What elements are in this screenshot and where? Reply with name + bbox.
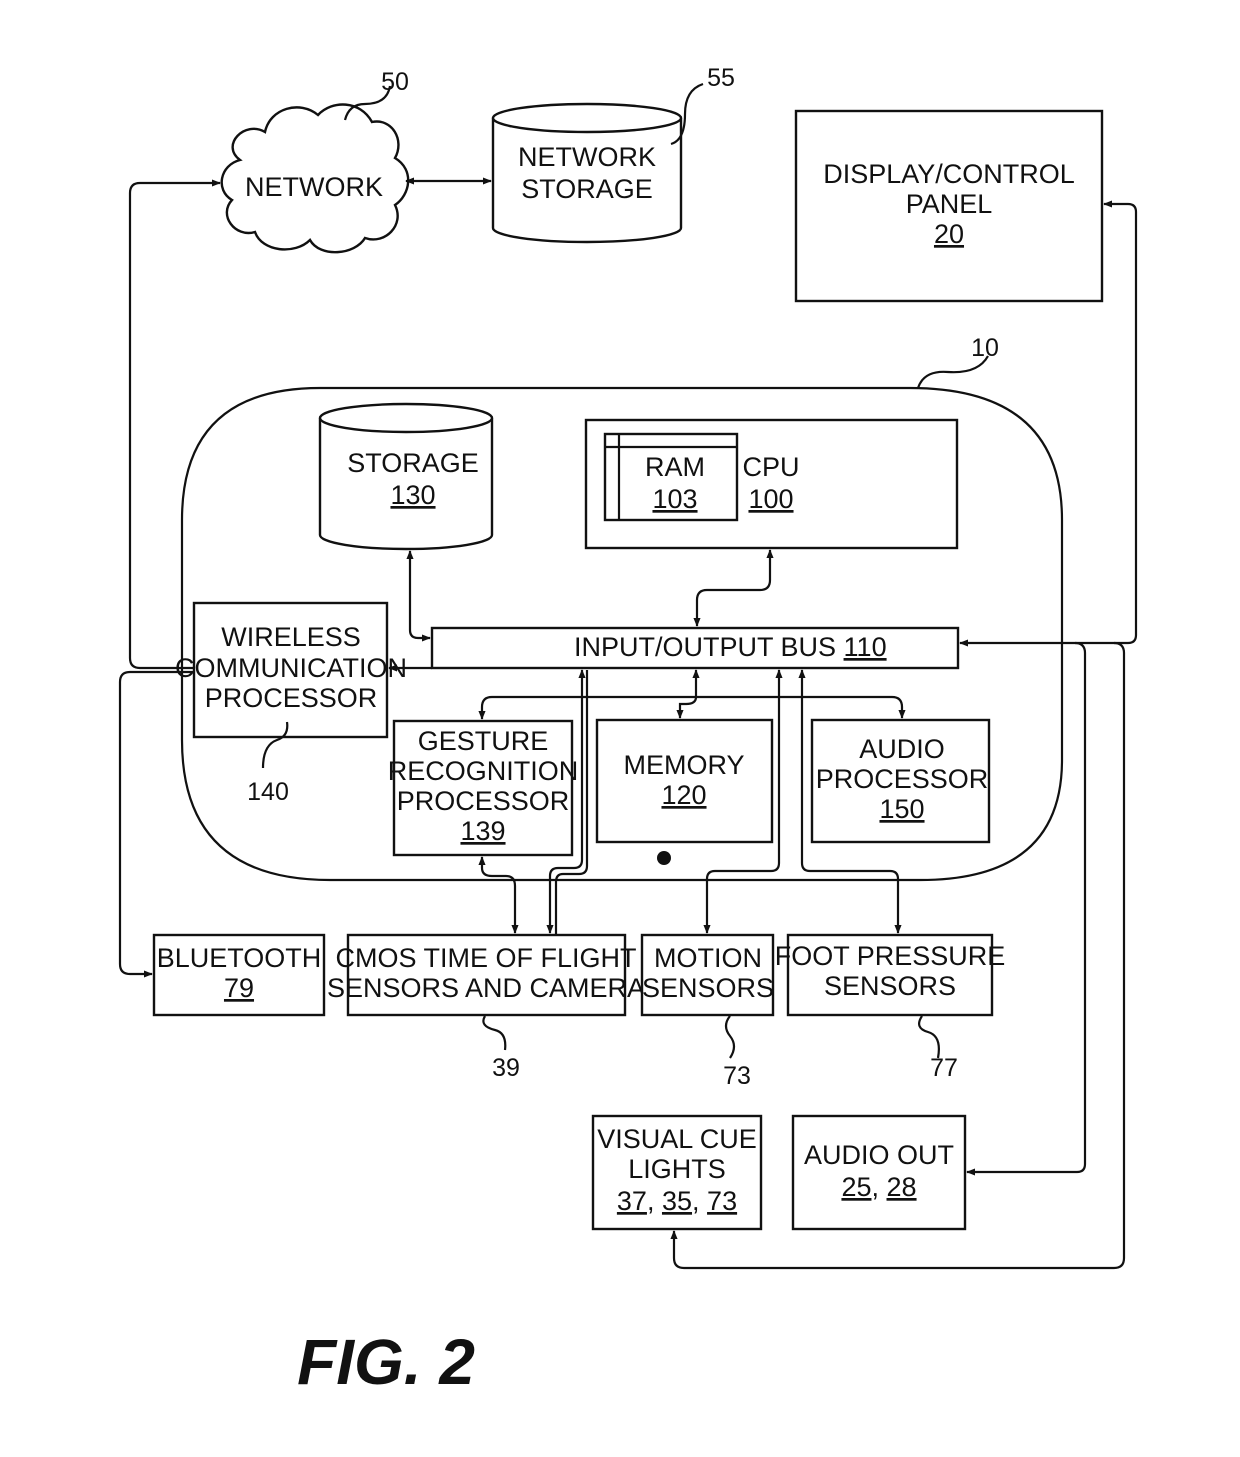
cpu-label: CPU (742, 452, 799, 482)
network-ref: 50 (381, 68, 409, 96)
wireless-line1: WIRELESS (221, 622, 361, 652)
motion-ref: 73 (723, 1062, 751, 1090)
visual-cue-nums: 37, 35, 73 (617, 1186, 737, 1216)
gesture-cmos-connector (478, 856, 519, 934)
cmos-line1: CMOS TIME OF FLIGHT (335, 943, 636, 973)
memory-num: 120 (661, 780, 706, 810)
network-storage-line1: NETWORK (518, 142, 656, 172)
motion-line2: SENSORS (642, 973, 774, 1003)
device-ref: 10 (971, 334, 999, 362)
cmos-line2: SENSORS AND CAMERA (327, 973, 645, 1003)
storage-bus-connector (406, 550, 431, 642)
storage-top (318, 402, 494, 434)
visual-cue-line1: VISUAL CUE (597, 1124, 757, 1154)
foot-pressure-sensors-node[interactable]: FOOT PRESSURE SENSORS (775, 933, 1006, 1017)
figure-caption: FIG. 2 (297, 1326, 475, 1398)
network-storage-top (491, 102, 683, 134)
cpu-num: 100 (748, 484, 793, 514)
gesture-processor-node[interactable]: GESTURE RECOGNITION PROCESSOR 139 (388, 719, 579, 857)
audio-out-label: AUDIO OUT (804, 1140, 954, 1170)
network-storage-line2: STORAGE (521, 174, 653, 204)
cpu-bus-connector (693, 549, 774, 627)
display-control-panel-node[interactable]: DISPLAY/CONTROL PANEL 20 (794, 109, 1104, 303)
memory-node[interactable]: MEMORY 120 (595, 718, 774, 844)
network-storage-ref: 55 (707, 64, 735, 92)
bluetooth-num: 79 (224, 973, 254, 1003)
network-storage-node[interactable]: NETWORK STORAGE (491, 102, 683, 244)
gesture-num: 139 (460, 816, 505, 846)
bus-gesture-connector (478, 695, 697, 720)
gesture-line3: PROCESSOR (397, 786, 570, 816)
bus-audio-processor-connector (696, 695, 906, 719)
cmos-ref: 39 (492, 1054, 520, 1082)
ram-num: 103 (652, 484, 697, 514)
wireless-ref: 140 (247, 778, 289, 806)
network-node[interactable]: NETWORK (220, 103, 410, 254)
foot-leader-line (918, 1015, 940, 1059)
foot-line1: FOOT PRESSURE (775, 941, 1006, 971)
storage-label: STORAGE (347, 448, 479, 478)
wireless-processor-node[interactable]: WIRELESS COMMUNICATION PROCESSOR (175, 601, 407, 739)
gesture-line1: GESTURE (418, 726, 549, 756)
audio-processor-node[interactable]: AUDIO PROCESSOR 150 (810, 718, 991, 844)
audio-processor-line1: AUDIO (859, 734, 945, 764)
network-label: NETWORK (245, 172, 383, 202)
wireless-network-connector (128, 179, 221, 670)
visual-cue-lights-node[interactable]: VISUAL CUE LIGHTS 37, 35, 73 (591, 1114, 763, 1231)
audio-out-node[interactable]: AUDIO OUT 25, 28 (791, 1114, 967, 1231)
memory-label: MEMORY (623, 750, 744, 780)
bus-memory-connector (676, 696, 698, 719)
cmos-leader-line (482, 1015, 507, 1051)
bluetooth-node[interactable]: BLUETOOTH 79 (152, 933, 326, 1017)
audio-out-nums: 25, 28 (841, 1172, 916, 1202)
foot-line2: SENSORS (824, 971, 956, 1001)
bluetooth-label: BLUETOOTH (157, 943, 322, 973)
display-panel-line1: DISPLAY/CONTROL (823, 159, 1075, 189)
block-diagram: 10 NETWORK 50 NETWORK STORAGE 55 DISPLAY… (118, 64, 1138, 1398)
audio-processor-num: 150 (879, 794, 924, 824)
ram-label: RAM (645, 452, 705, 482)
wireless-line3: PROCESSOR (205, 683, 378, 713)
display-panel-num: 20 (934, 219, 964, 249)
display-panel-line2: PANEL (906, 189, 993, 219)
storage-node[interactable]: STORAGE 130 (318, 402, 494, 551)
motion-leader-line (724, 1015, 736, 1059)
storage-num: 130 (390, 480, 435, 510)
cpu-node[interactable]: RAM 103 CPU 100 (584, 418, 959, 550)
motion-sensors-node[interactable]: MOTION SENSORS (640, 933, 775, 1017)
cmos-sensors-node[interactable]: CMOS TIME OF FLIGHT SENSORS AND CAMERA (327, 933, 645, 1017)
foot-ref: 77 (930, 1054, 958, 1082)
motion-line1: MOTION (654, 943, 762, 973)
wireless-line2: COMMUNICATION (175, 653, 407, 683)
visual-cue-line2: LIGHTS (628, 1154, 726, 1184)
gesture-line2: RECOGNITION (388, 756, 579, 786)
audio-processor-line2: PROCESSOR (816, 764, 989, 794)
memory-dot-indicator (657, 851, 671, 865)
io-bus-label: INPUT/OUTPUT BUS 110 (574, 632, 887, 662)
io-bus-node[interactable]: INPUT/OUTPUT BUS 110 (430, 626, 960, 670)
